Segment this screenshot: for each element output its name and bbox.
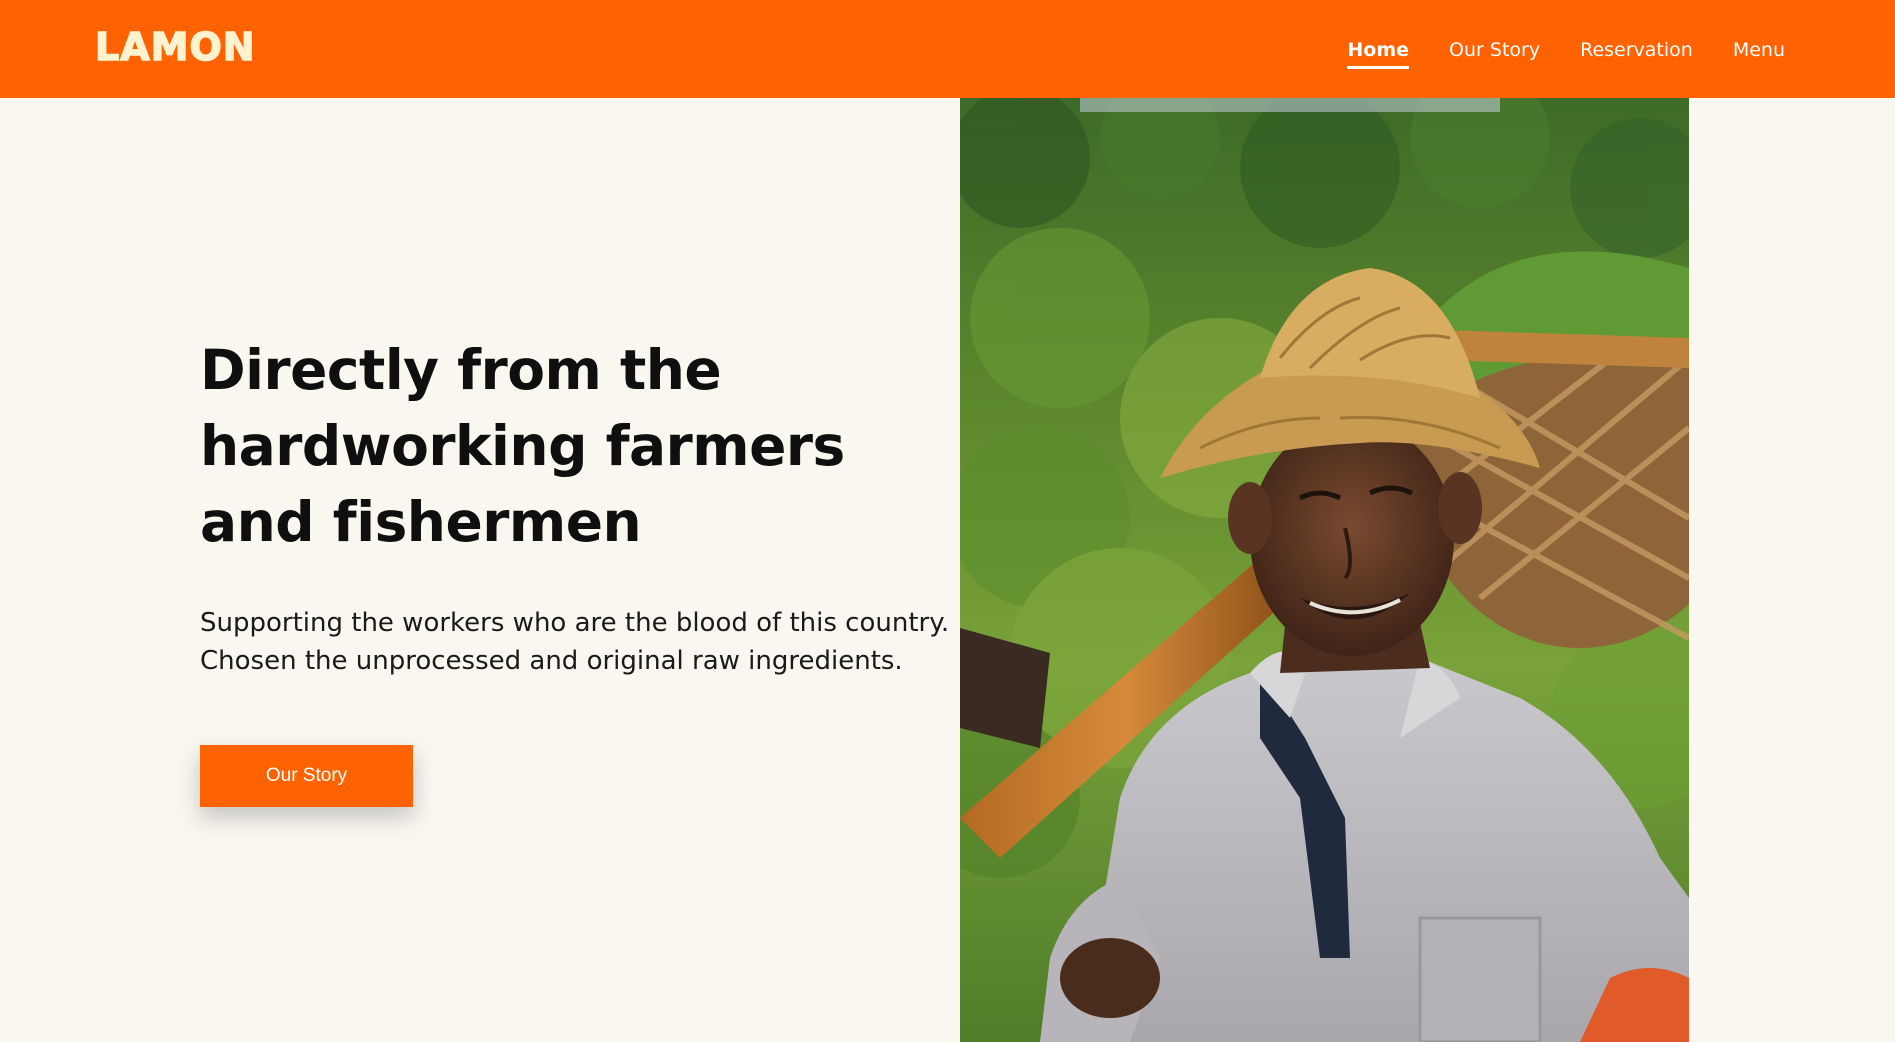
hero-farmer-photo [960, 98, 1689, 1042]
our-story-button[interactable]: Our Story [200, 745, 413, 807]
nav-home[interactable]: Home [1347, 38, 1410, 69]
main-nav: Home Our Story Reservation Menu [1347, 38, 1785, 69]
hero-subtitle-line-1: Supporting the workers who are the blood… [200, 608, 950, 638]
farmer-photo-illustration [960, 98, 1689, 1042]
site-header: LAMON Home Our Story Reservation Menu [0, 0, 1895, 98]
logo[interactable]: LAMON [94, 27, 256, 67]
hero-title: Directly from the hardworking farmers an… [200, 338, 845, 554]
hero-text: Directly from the hardworking farmers an… [200, 332, 960, 680]
nav-our-story[interactable]: Our Story [1449, 38, 1540, 66]
hero-subtitle: Supporting the workers who are the blood… [200, 604, 960, 680]
nav-menu[interactable]: Menu [1733, 38, 1785, 66]
hero-subtitle-line-2: Chosen the unprocessed and original raw … [200, 646, 903, 676]
nav-reservation[interactable]: Reservation [1580, 38, 1693, 66]
